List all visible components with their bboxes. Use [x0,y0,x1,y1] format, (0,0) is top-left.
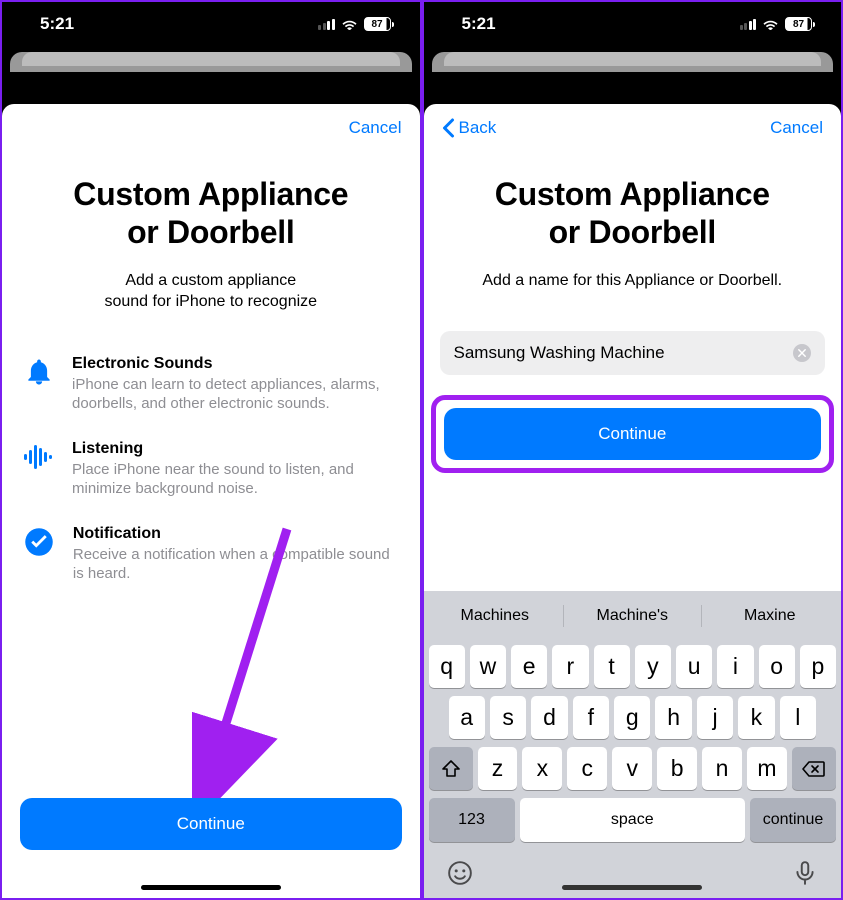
clear-input-button[interactable] [793,344,811,362]
cellular-icon [740,18,757,30]
modal-sheet: Back Cancel Custom Applianceor Doorbell … [424,104,842,898]
feature-notification: Notification Receive a notification when… [24,525,398,584]
key-c[interactable]: c [567,747,607,790]
checkmark-circle-icon [24,525,55,557]
cancel-button[interactable]: Cancel [349,118,402,138]
feature-electronic-sounds: Electronic Sounds iPhone can learn to de… [24,355,398,414]
key-t[interactable]: t [594,645,630,688]
wifi-icon [762,18,779,31]
suggestion[interactable]: Machines [427,595,564,637]
feature-listening: Listening Place iPhone near the sound to… [24,440,398,499]
key-k[interactable]: k [738,696,774,739]
back-button[interactable]: Back [442,118,497,138]
dictation-icon[interactable] [792,860,818,886]
key-q[interactable]: q [429,645,465,688]
status-time: 5:21 [40,14,74,34]
key-m[interactable]: m [747,747,787,790]
key-e[interactable]: e [511,645,547,688]
right-screenshot: 5:21 87 Back Cancel Custom Applianceor D… [422,0,843,900]
backspace-icon [802,760,826,778]
keyboard-row-4: 123 space continue [427,798,839,842]
status-time: 5:21 [462,14,496,34]
keyboard-row-1: q w e r t y u i o p [427,645,839,688]
battery-icon: 87 [364,17,394,31]
keyboard-row-2: a s d f g h j k l [427,696,839,739]
chevron-left-icon [442,118,455,138]
key-z[interactable]: z [478,747,518,790]
key-p[interactable]: p [800,645,836,688]
left-screenshot: 5:21 87 Cancel Custom Applianceor Doorbe… [0,0,422,900]
key-w[interactable]: w [470,645,506,688]
shift-icon [441,760,461,778]
backspace-key[interactable] [792,747,836,790]
suggestion[interactable]: Machine's [564,595,701,637]
continue-button[interactable]: Continue [444,408,822,460]
battery-icon: 87 [785,17,815,31]
key-d[interactable]: d [531,696,567,739]
shift-key[interactable] [429,747,473,790]
page-title: Custom Applianceor Doorbell [2,176,420,252]
suggestion-bar: Machines Machine's Maxine [427,595,839,637]
continue-button[interactable]: Continue [20,798,402,850]
key-v[interactable]: v [612,747,652,790]
cellular-icon [318,18,335,30]
key-j[interactable]: j [697,696,733,739]
key-l[interactable]: l [780,696,816,739]
name-input-value: Samsung Washing Machine [454,343,665,363]
x-icon [798,349,806,357]
key-o[interactable]: o [759,645,795,688]
return-key[interactable]: continue [750,798,836,842]
bell-icon [24,355,54,387]
page-title: Custom Applianceor Doorbell [424,176,842,252]
key-n[interactable]: n [702,747,742,790]
feature-list: Electronic Sounds iPhone can learn to de… [2,355,420,584]
key-h[interactable]: h [655,696,691,739]
home-indicator[interactable] [562,885,702,890]
nav-bar: Back Cancel [424,104,842,138]
nav-bar: Cancel [2,104,420,138]
space-key[interactable]: space [520,798,746,842]
modal-sheet: Cancel Custom Applianceor Doorbell Add a… [2,104,420,898]
cancel-button[interactable]: Cancel [770,118,823,138]
emoji-icon[interactable] [447,860,473,886]
key-b[interactable]: b [657,747,697,790]
keyboard: Machines Machine's Maxine q w e r t y u … [424,591,842,898]
page-subtitle: Add a custom appliancesound for iPhone t… [2,270,420,313]
wifi-icon [341,18,358,31]
key-r[interactable]: r [552,645,588,688]
key-g[interactable]: g [614,696,650,739]
key-y[interactable]: y [635,645,671,688]
annotation-highlight: Continue [431,395,835,473]
suggestion[interactable]: Maxine [702,595,839,637]
key-a[interactable]: a [449,696,485,739]
key-i[interactable]: i [717,645,753,688]
key-f[interactable]: f [573,696,609,739]
keyboard-row-3: z x c v b n m [427,747,839,790]
sheet-stack-bg [432,52,834,72]
key-s[interactable]: s [490,696,526,739]
name-input[interactable]: Samsung Washing Machine [440,331,826,375]
key-x[interactable]: x [522,747,562,790]
waveform-icon [24,440,54,472]
home-indicator[interactable] [141,885,281,890]
status-bar: 5:21 87 [2,2,420,46]
page-subtitle: Add a name for this Appliance or Doorbel… [424,270,842,292]
status-bar: 5:21 87 [424,2,842,46]
sheet-stack-bg [10,52,412,72]
numbers-key[interactable]: 123 [429,798,515,842]
key-u[interactable]: u [676,645,712,688]
